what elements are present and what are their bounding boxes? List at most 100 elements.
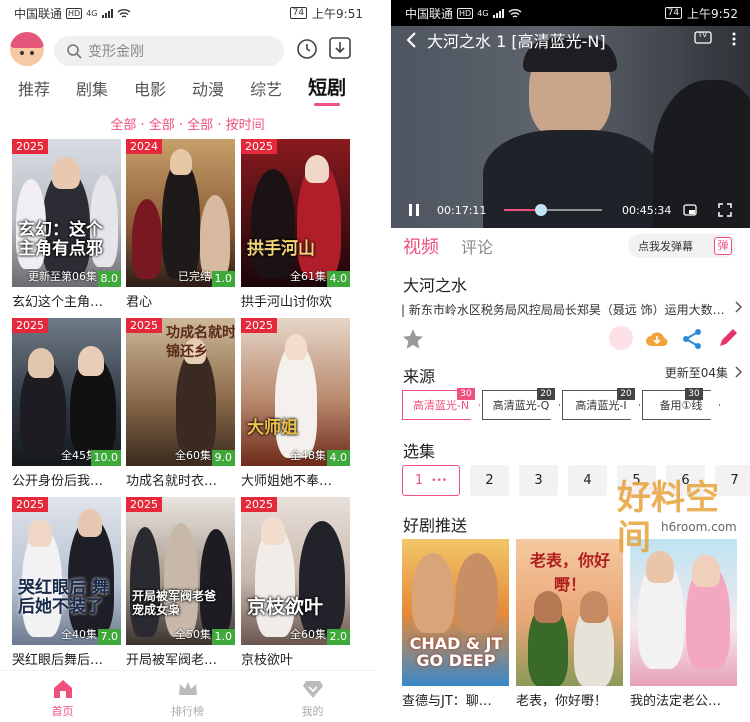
search-input[interactable]: 变形金刚 (54, 36, 284, 66)
nav-profile[interactable]: 我的 (250, 671, 375, 722)
score-badge: 2.0 (326, 629, 350, 645)
card-title[interactable]: 开局被军阀老… (126, 649, 235, 668)
star-icon[interactable] (402, 328, 424, 350)
drama-card[interactable]: 玄幻：这个主角有点邪 2025 更新至第06集 8.0 玄幻这个主角… (12, 139, 121, 310)
episodes-heading: 选集 (403, 442, 436, 461)
seek-handle[interactable] (534, 204, 547, 216)
chevron-right-icon[interactable] (734, 366, 742, 378)
watermark-domain: h6room.com (661, 520, 737, 534)
poster-image: 功成名就时 衣锦还乡 2025 全60集 9.0 (126, 318, 235, 466)
tab-variety[interactable]: 综艺 (250, 76, 282, 106)
download-icon[interactable] (328, 36, 352, 60)
tab-comments[interactable]: 评论 (461, 234, 493, 258)
nav-home[interactable]: 首页 (0, 671, 125, 722)
source-list: 高清蓝光-N 高清蓝光-Q 高清蓝光-I 备用①线 (402, 390, 722, 420)
battery-level: 74 (289, 7, 308, 19)
year-badge: 2024 (126, 139, 162, 154)
seek-bar[interactable] (504, 204, 602, 216)
fullscreen-icon[interactable] (718, 203, 732, 217)
drama-card[interactable]: 大师姐 2025 全48集 4.0 大师姐她不奉… (241, 318, 350, 489)
tab-series[interactable]: 剧集 (76, 76, 108, 106)
player-title-bar: 大河之水 1 [高清蓝光-N] (405, 28, 606, 52)
tab-anime[interactable]: 动漫 (192, 76, 224, 106)
recommend-card[interactable]: 老表，你好嘢！ 老表，你好嘢！ (516, 539, 623, 709)
share-icon[interactable] (681, 328, 703, 350)
tab-short-drama[interactable]: 短剧 (308, 73, 346, 106)
show-description[interactable]: | 新东市岭水区税务局风控局局长郑昊（聂远 饰）运用大数… (401, 301, 735, 318)
episode-button[interactable]: 2 (470, 465, 509, 496)
recommend-list: CHAD & JT GO DEEP 查德与JT：聊… 老表，你好嘢！ 老表，你好… (402, 539, 748, 719)
status-bar: 中国联通 HD 4G 74 上午9:52 (391, 0, 750, 26)
tab-video[interactable]: 视频 (403, 233, 439, 259)
recommend-title[interactable]: 查德与JT：聊… (402, 690, 509, 709)
poster-title: 功成名就时 衣锦还乡 (166, 325, 235, 360)
carrier: 中国联通 (14, 6, 63, 21)
drama-card[interactable]: 功成名就时 衣锦还乡 2025 全60集 9.0 功成名就时衣… (126, 318, 235, 489)
filter-bar[interactable]: 全部 · 全部 · 全部 · 按时间 (0, 106, 375, 140)
source-count: 30 (685, 388, 703, 400)
card-title[interactable]: 京枝欲叶 (241, 649, 350, 668)
pause-icon[interactable] (409, 204, 419, 216)
video-player[interactable]: 中国联通 HD 4G 74 上午9:52 大河之水 1 [高清蓝光-N] TV … (391, 0, 750, 228)
history-icon[interactable] (296, 38, 318, 60)
poster-image: 2025 全45集 10.0 (12, 318, 121, 466)
player-screen: 中国联通 HD 4G 74 上午9:52 大河之水 1 [高清蓝光-N] TV … (391, 0, 750, 722)
cast-tv-button[interactable]: TV (694, 30, 712, 49)
episode-status: 已完结 (178, 270, 211, 283)
sources-update[interactable]: 更新至04集 (665, 364, 728, 381)
source-count: 30 (457, 388, 475, 400)
source-option[interactable]: 备用①线 (642, 390, 720, 420)
poster-title: 老表，你好嘢！ (529, 551, 610, 594)
episode-status: 全50集 (175, 628, 211, 641)
hd-indicator: HD (66, 7, 83, 19)
edit-icon[interactable] (717, 327, 739, 349)
card-title[interactable]: 哭红眼后舞后… (12, 649, 121, 668)
pip-icon[interactable] (683, 204, 697, 216)
short-drama-screen: 中国联通 HD 4G 74 上午9:51 变形金刚 推荐 剧集 电影 动漫 综艺… (0, 0, 375, 722)
danmu-input[interactable]: 点我发弹幕 弹 (628, 234, 736, 258)
avatar[interactable] (10, 32, 44, 66)
status-bar: 中国联通 HD 4G 74 上午9:51 (0, 0, 375, 26)
card-title[interactable]: 拱手河山讨你欢 (241, 291, 350, 310)
back-icon[interactable] (405, 31, 417, 49)
recommend-title[interactable]: 我的法定老公… (630, 690, 737, 709)
poster-title: 拱手河山 (247, 239, 315, 259)
mascot-icon[interactable] (609, 326, 633, 350)
drama-card[interactable]: 开局被军阀老爸 宠成女枭 2025 全50集 1.0 开局被军阀老… (126, 497, 235, 668)
recommend-card[interactable]: CHAD & JT GO DEEP 查德与JT：聊… (402, 539, 509, 709)
card-title[interactable]: 大师姐她不奉… (241, 470, 350, 489)
drama-card[interactable]: 拱手河山 2025 全61集 4.0 拱手河山讨你欢 (241, 139, 350, 310)
episode-title: 大河之水 1 [高清蓝光-N] (427, 32, 606, 51)
source-count: 20 (537, 388, 555, 400)
search-icon (67, 44, 82, 59)
episode-button[interactable]: 4 (568, 465, 607, 496)
drama-card[interactable]: 2025 全45集 10.0 公开身份后我… (12, 318, 121, 489)
card-title[interactable]: 功成名就时衣… (126, 470, 235, 489)
chevron-right-icon[interactable] (734, 301, 742, 313)
recommend-title[interactable]: 老表，你好嘢！ (516, 690, 623, 709)
episode-button[interactable]: 1 ••• (402, 465, 460, 496)
episode-status: 全40集 (61, 628, 97, 641)
score-badge: 1.0 (211, 271, 235, 287)
tab-recommend[interactable]: 推荐 (18, 76, 50, 106)
carrier: 中国联通 (405, 6, 454, 21)
playing-icon: ••• (431, 475, 448, 486)
card-title[interactable]: 玄幻这个主角… (12, 291, 121, 310)
poster-title: 大师姐 (247, 418, 298, 438)
recommend-card[interactable]: 我的法定老公… (630, 539, 737, 709)
drama-card[interactable]: 2024 已完结 1.0 君心 (126, 139, 235, 310)
nav-ranking[interactable]: 排行榜 (125, 671, 250, 722)
year-badge: 2025 (126, 497, 162, 512)
episode-button[interactable]: 3 (519, 465, 558, 496)
danmu-icon[interactable]: 弹 (714, 237, 732, 255)
drama-card[interactable]: 哭红眼后 舞后她不装了 2025 全40集 7.0 哭红眼后舞后… (12, 497, 121, 668)
more-icon[interactable] (732, 32, 736, 46)
nav-ranking-label: 排行榜 (171, 705, 204, 718)
year-badge: 2025 (241, 139, 277, 154)
cloud-download-icon[interactable] (645, 328, 669, 348)
tab-movie[interactable]: 电影 (134, 76, 166, 106)
card-title[interactable]: 君心 (126, 291, 235, 310)
card-title[interactable]: 公开身份后我… (12, 470, 121, 489)
drama-card[interactable]: 京枝欲叶 2025 全60集 2.0 京枝欲叶 (241, 497, 350, 668)
search-placeholder: 变形金刚 (88, 44, 144, 60)
